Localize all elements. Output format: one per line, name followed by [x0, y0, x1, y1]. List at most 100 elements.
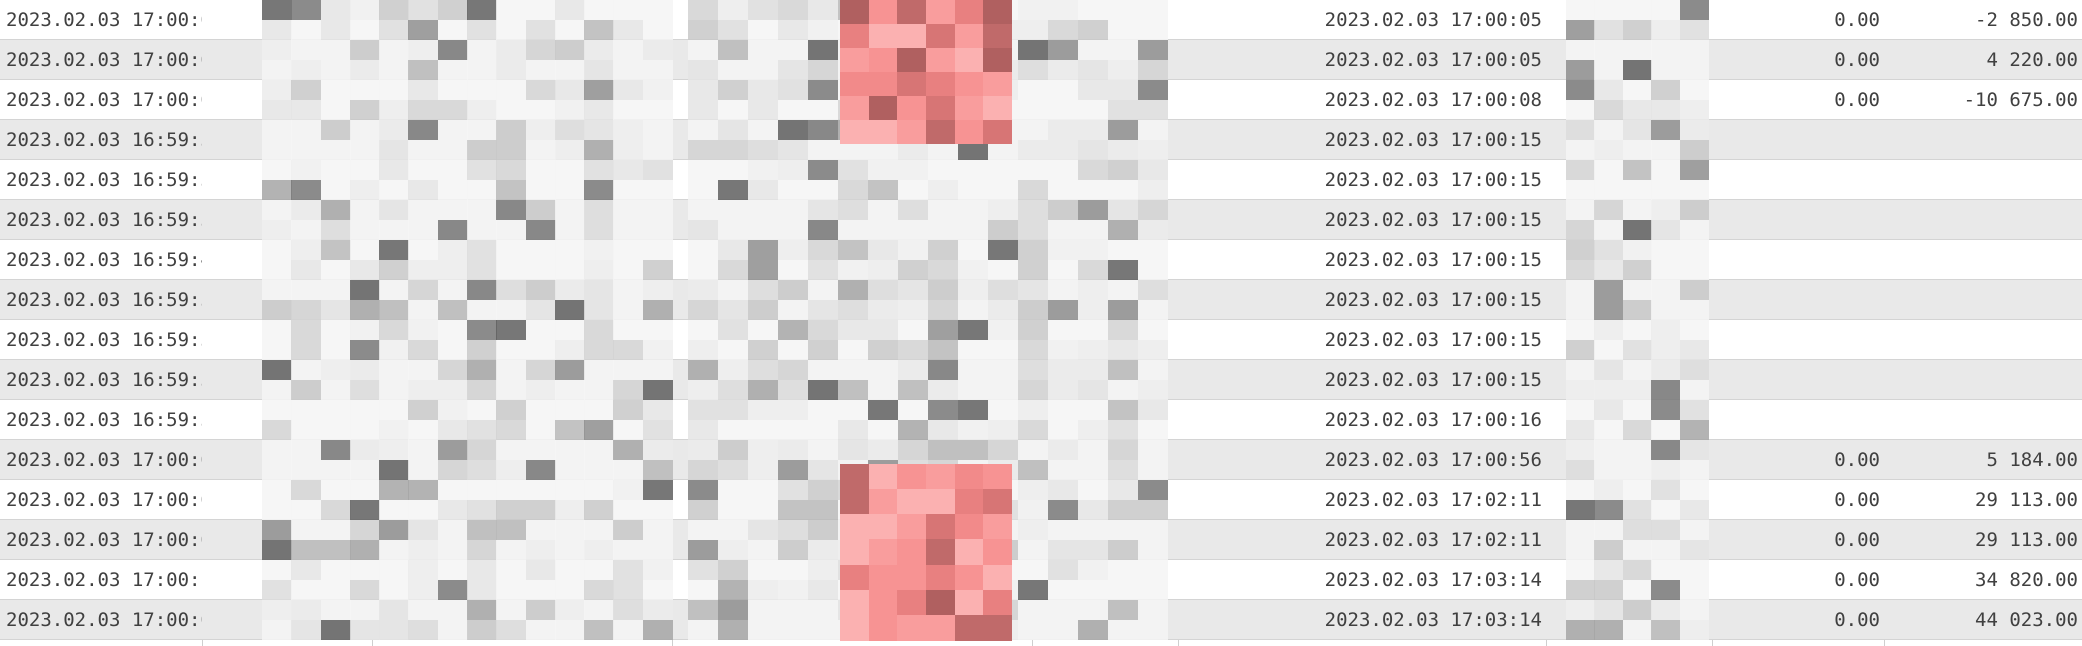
mosaic-tile — [778, 200, 808, 220]
mosaic-tile — [379, 80, 409, 100]
mosaic-tile — [291, 40, 321, 60]
mosaic-tile — [613, 200, 643, 220]
mosaic-tile — [897, 0, 926, 24]
mosaic-tile — [350, 620, 380, 640]
mosaic-tile — [1651, 80, 1680, 100]
commission-cell: 0.00 — [1834, 49, 1880, 71]
mosaic-tile — [1078, 0, 1108, 20]
mosaic-tile — [1651, 580, 1680, 600]
mosaic-tile — [1018, 320, 1048, 340]
mosaic-tile — [379, 360, 409, 380]
mosaic-tile — [1594, 300, 1623, 320]
mosaic-tile — [496, 260, 526, 280]
mosaic-tile — [926, 96, 955, 120]
mosaic-tile — [408, 320, 438, 340]
mosaic-tile — [748, 280, 778, 300]
mosaic-tile — [988, 340, 1018, 360]
mosaic-tile — [496, 0, 526, 20]
mosaic-tile — [958, 420, 988, 440]
mosaic-tile — [1108, 340, 1138, 360]
mosaic-tile — [1566, 60, 1595, 80]
mosaic-tile — [1018, 300, 1048, 320]
mosaic-tile — [321, 320, 351, 340]
mosaic-tile — [928, 300, 958, 320]
mosaic-tile — [408, 540, 438, 560]
mosaic-tile — [1048, 460, 1078, 480]
mosaic-tile — [321, 60, 351, 80]
mosaic-tile — [1048, 580, 1078, 600]
mosaic-tile — [688, 100, 718, 120]
mosaic-tile — [1680, 560, 1709, 580]
mosaic-tile — [1078, 120, 1108, 140]
mosaic-tile — [408, 180, 438, 200]
mosaic-tile — [958, 180, 988, 200]
mosaic-tile — [379, 400, 409, 420]
mosaic-tile — [408, 580, 438, 600]
mosaic-tile — [840, 48, 869, 72]
mosaic-tile — [988, 240, 1018, 260]
mosaic-tile — [688, 520, 718, 540]
mosaic-tile — [262, 280, 292, 300]
mosaic-tile — [496, 480, 526, 500]
mosaic-tile — [1048, 220, 1078, 240]
mosaic-tile — [291, 400, 321, 420]
mosaic-tile — [379, 240, 409, 260]
mosaic-tile — [808, 200, 838, 220]
mosaic-tile — [291, 540, 321, 560]
mosaic-tile — [1594, 440, 1623, 460]
profit-cell — [1886, 320, 2078, 360]
mosaic-tile — [291, 240, 321, 260]
mosaic-tile — [555, 200, 585, 220]
mosaic-tile — [898, 300, 928, 320]
mosaic-tile — [1138, 160, 1168, 180]
mosaic-tile — [262, 260, 292, 280]
mosaic-tile — [555, 420, 585, 440]
mosaic-tile — [1048, 400, 1078, 420]
mosaic-tile — [808, 60, 838, 80]
mosaic-tile — [718, 80, 748, 100]
mosaic-tile — [643, 460, 673, 480]
mosaic-tile — [1108, 160, 1138, 180]
mosaic-tile — [438, 460, 468, 480]
mosaic-tile — [1018, 220, 1048, 240]
mosaic-tile — [408, 380, 438, 400]
mosaic-tile — [379, 20, 409, 40]
mosaic-tile — [1078, 300, 1108, 320]
mosaic-tile — [291, 460, 321, 480]
mosaic-tile — [643, 120, 673, 140]
mosaic-tile — [555, 260, 585, 280]
mosaic-tile — [1651, 380, 1680, 400]
mosaic-tile — [955, 565, 984, 591]
mosaic-tile — [526, 440, 556, 460]
profit-cell — [1886, 360, 2078, 400]
mosaic-tile — [808, 440, 838, 460]
mosaic-tile — [438, 240, 468, 260]
mosaic-tile — [291, 440, 321, 460]
mosaic-tile — [868, 440, 898, 460]
mosaic-tile — [467, 260, 497, 280]
mosaic-tile — [1680, 360, 1709, 380]
mosaic-tile — [408, 520, 438, 540]
mosaic-tile — [613, 380, 643, 400]
mosaic-tile — [496, 280, 526, 300]
mosaic-tile — [778, 480, 808, 500]
mosaic-tile — [1566, 600, 1595, 620]
mosaic-tile — [1018, 140, 1048, 160]
mosaic-tile — [898, 260, 928, 280]
mosaic-tile — [643, 180, 673, 200]
mosaic-tile — [1594, 60, 1623, 80]
mosaic-tile — [808, 460, 838, 480]
mosaic-tile — [408, 280, 438, 300]
mosaic-tile — [958, 280, 988, 300]
mosaic-tile — [1048, 20, 1078, 40]
mosaic-tile — [928, 260, 958, 280]
mosaic-tile — [1651, 40, 1680, 60]
mosaic-tile — [983, 615, 1012, 641]
mosaic-tile — [1078, 500, 1108, 520]
mosaic-tile — [1078, 560, 1108, 580]
redacted-region — [262, 0, 673, 640]
mosaic-tile — [291, 280, 321, 300]
mosaic-tile — [262, 500, 292, 520]
mosaic-tile — [1108, 240, 1138, 260]
mosaic-tile — [988, 440, 1018, 460]
